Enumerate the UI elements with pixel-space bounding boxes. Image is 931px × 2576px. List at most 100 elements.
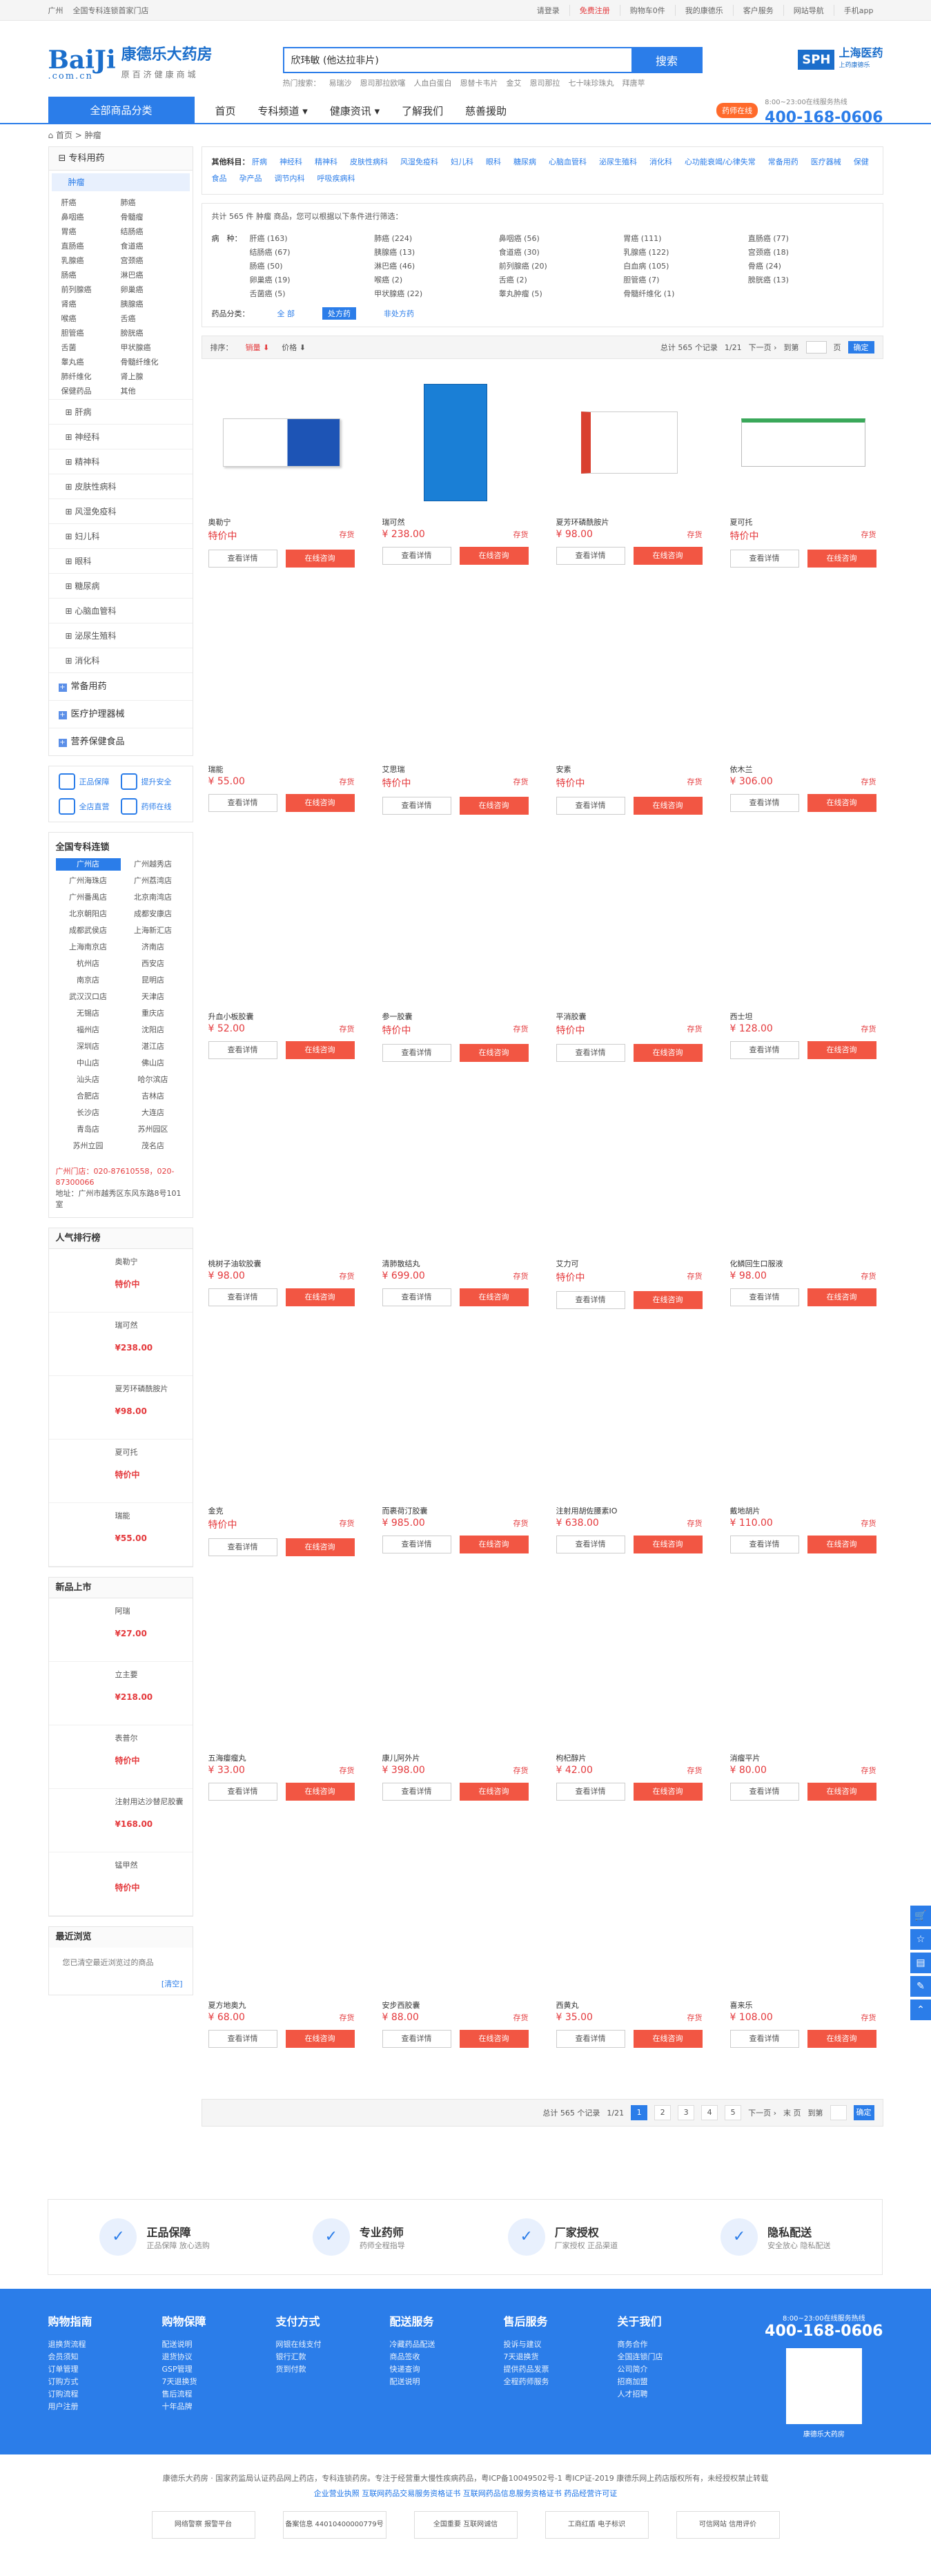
store-link[interactable]: 苏州园区 [121,1123,186,1136]
product-name[interactable]: 奥勒宁 [115,1256,140,1268]
online-consult-button[interactable]: 在线咨询 [807,1288,876,1306]
online-consult-button[interactable]: 在线咨询 [633,1783,703,1801]
service-item[interactable]: 全店直营 [58,798,121,815]
login-link[interactable]: 请登录 [527,5,569,16]
product-name[interactable]: 戴地胡片 [730,1505,876,1516]
breadcrumb-home[interactable]: 首页 [56,130,72,140]
store-link[interactable]: 广州越秀店 [121,858,186,871]
ranked-product[interactable]: 阿瑞 ¥27.00 [48,1598,193,1662]
product-name[interactable]: 化鳞回生口服液 [730,1258,876,1269]
disease-attr-link[interactable]: 骨髓纤维化 (1) [623,288,748,299]
goto-button[interactable]: 确定 [847,341,874,354]
hot-search-link[interactable]: 易瑞沙 [329,77,352,88]
online-consult-button[interactable]: 在线咨询 [285,550,355,568]
product-name[interactable]: 注射用达沙替尼胶囊 [115,1796,184,1808]
hot-search-link[interactable]: 恩司那拉 [530,77,560,88]
product-image[interactable] [730,624,876,755]
store-link[interactable]: 天津店 [121,991,186,1003]
view-details-button[interactable]: 查看详情 [382,1044,451,1062]
disease-attr-link[interactable]: 睾丸肿瘤 (5) [499,288,624,299]
view-details-button[interactable]: 查看详情 [208,1041,277,1059]
product-name[interactable]: 瑞能 [115,1510,147,1522]
product-image[interactable] [556,1118,703,1250]
disease-attr-link[interactable]: 白血病 (105) [623,260,748,271]
subcategory-link[interactable]: 肾上腺 [121,371,180,382]
nav-item[interactable]: 专科频道 ▾ [247,104,319,118]
nav-item[interactable]: 慈善援助 [454,104,518,118]
footer-link[interactable]: 人才招聘 [618,2388,732,2401]
hot-search-link[interactable]: 恩替卡韦片 [460,77,498,88]
hot-search-link[interactable]: 金艾 [507,77,522,88]
footer-link[interactable]: 招商加盟 [618,2376,732,2388]
store-link[interactable]: 长沙店 [56,1107,121,1119]
filter-category-link[interactable]: 糖尿病 [513,157,536,166]
subcategory-link[interactable]: 舌癌 [121,313,180,324]
subcategory-link[interactable]: 淋巴癌 [121,269,180,280]
product-name[interactable]: 康儿阿外片 [382,1752,529,1763]
subcategory-link[interactable]: 其他 [121,385,180,396]
pager-last[interactable]: 末 页 [783,2107,801,2118]
store-link[interactable]: 北京朝阳店 [56,908,121,920]
product-card[interactable]: 五海瘿瘤丸 ¥ 33.00 存货 查看详情 在线咨询 [202,1605,362,1852]
online-consult-button[interactable]: 在线咨询 [285,1288,355,1306]
product-image[interactable] [730,377,876,508]
disease-attr-link[interactable]: 舌癌 (2) [499,274,624,285]
online-consult-button[interactable]: 在线咨询 [807,1041,876,1059]
filter-category-link[interactable]: 消化科 [649,157,672,166]
disease-attr-link[interactable]: 卵巢癌 (19) [250,274,375,285]
subcategory-link[interactable]: 骨髓瘤 [121,211,180,222]
view-details-button[interactable]: 查看详情 [556,1291,625,1309]
filter-category-link[interactable]: 皮肤性病科 [350,157,388,166]
product-card[interactable]: 注射用胡佐腰素IO ¥ 638.00 存货 查看详情 在线咨询 [549,1357,709,1605]
trust-badge[interactable]: 工商红盾 电子标识 [545,2511,649,2539]
product-card[interactable]: 喜来乐 ¥ 108.00 存货 查看详情 在线咨询 [723,1852,883,2099]
product-name[interactable]: 表普尔 [115,1732,140,1745]
store-link[interactable]: 上海新汇店 [121,924,186,937]
product-name[interactable]: 瑞可然 [382,516,529,527]
active-subcategory[interactable]: 肿瘤 [51,173,190,191]
online-consult-button[interactable]: 在线咨询 [459,2030,529,2048]
sort-by-price[interactable]: 价格 ⬇ [282,342,306,353]
nav-item[interactable]: 健康资讯 ▾ [319,104,391,118]
footer-link[interactable]: 快递查询 [390,2363,504,2376]
product-card[interactable]: 夏方地奥九 ¥ 68.00 存货 查看详情 在线咨询 [202,1852,362,2099]
footer-link[interactable]: 十年品牌 [162,2401,276,2413]
product-card[interactable]: 戴地胡片 ¥ 110.00 存货 查看详情 在线咨询 [723,1357,883,1605]
online-consult-button[interactable]: 在线咨询 [459,547,529,565]
product-image[interactable] [730,1366,876,1497]
disease-attr-link[interactable]: 膀胱癌 (13) [748,274,873,285]
product-name[interactable]: 消瘤平片 [730,1752,876,1763]
store-link[interactable]: 武汉汉口店 [56,991,121,1003]
product-name[interactable]: 艾力可 [556,1258,703,1269]
view-details-button[interactable]: 查看详情 [208,2030,277,2048]
view-details-button[interactable]: 查看详情 [729,1041,799,1059]
footer-link[interactable]: 退货协议 [162,2351,276,2363]
subcategory-link[interactable]: 胆管癌 [61,327,121,338]
product-card[interactable]: 升血小板胶囊 ¥ 52.00 存货 查看详情 在线咨询 [202,863,362,1110]
online-consult-button[interactable]: 在线咨询 [633,797,703,815]
search-input[interactable] [282,47,631,73]
disease-attr-link[interactable]: 骨癌 (24) [748,260,873,271]
filter-category-link[interactable]: 医疗器械 [811,157,841,166]
online-consult-button[interactable]: 在线咨询 [633,2030,703,2048]
hot-search-link[interactable]: 拜唐苹 [623,77,645,88]
product-card[interactable]: 艾力可 特价中 存货 查看详情 在线咨询 [549,1110,709,1357]
product-name[interactable]: 桃树子油软胶囊 [208,1258,355,1269]
online-consult-button[interactable]: 在线咨询 [459,1288,529,1306]
product-image[interactable] [556,1366,703,1497]
store-link[interactable]: 南京店 [56,974,121,987]
product-image[interactable] [208,1118,355,1250]
product-card[interactable]: 西士坦 ¥ 128.00 存货 查看详情 在线咨询 [723,863,883,1110]
online-consult-button[interactable]: 在线咨询 [285,794,355,812]
store-link[interactable]: 沈阳店 [121,1024,186,1036]
product-name[interactable]: 五海瘿瘤丸 [208,1752,355,1763]
disease-attr-link[interactable]: 食道癌 (30) [499,246,624,258]
product-name[interactable]: 夏芳环磷酰胺片 [115,1383,168,1395]
product-image[interactable] [208,624,355,755]
subcategory-link[interactable]: 肾癌 [61,298,121,309]
product-name[interactable]: 奥勒宁 [208,516,355,527]
pharmacist-online-button[interactable]: 药师在线 [716,103,758,118]
view-details-button[interactable]: 查看详情 [382,797,451,815]
subcategory-link[interactable]: 鼻咽癌 [61,211,121,222]
subcategory-link[interactable]: 骨髓纤维化 [121,356,180,367]
